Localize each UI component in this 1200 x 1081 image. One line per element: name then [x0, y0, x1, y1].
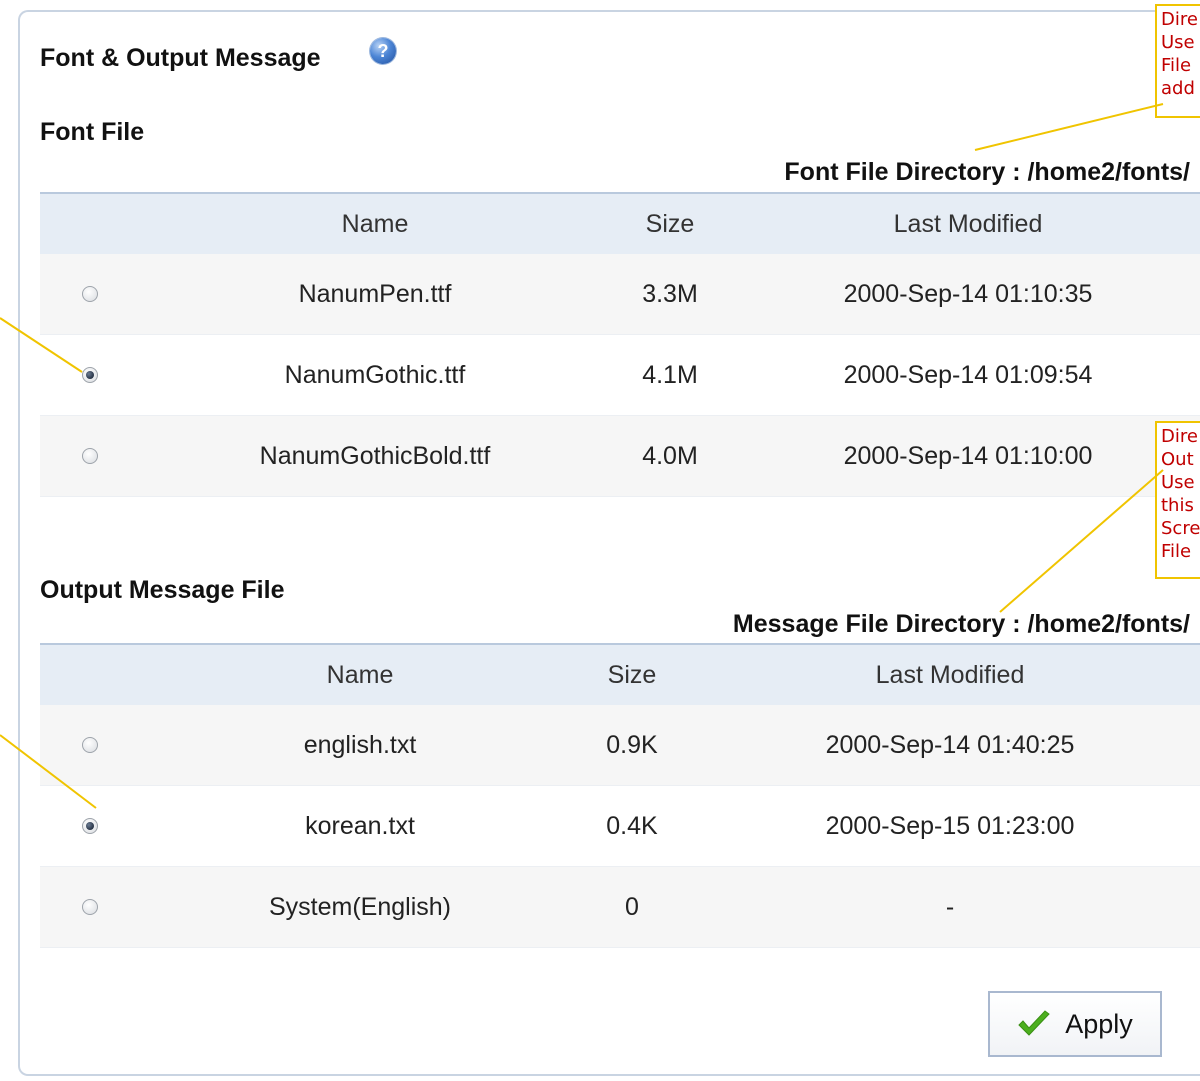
- table-row[interactable]: korean.txt 0.4K 2000-Sep-15 01:23:00: [40, 786, 1200, 867]
- apply-button-label: Apply: [1065, 1008, 1133, 1039]
- last-modified-cell: 2000-Sep-14 01:10:00: [843, 441, 1093, 470]
- font-file-directory: Font File Directory : /home2/fonts/: [784, 158, 1190, 186]
- message-file-table-header: Name Size Last Modified: [40, 645, 1200, 705]
- column-header-name: Name: [341, 209, 409, 238]
- callout-text-line: Use: [1161, 32, 1195, 53]
- callout-text-line: File: [1161, 55, 1192, 76]
- font-file-section-title: Font File: [40, 118, 145, 146]
- callout-text-line: File: [1161, 541, 1192, 562]
- select-radio[interactable]: [82, 367, 98, 383]
- file-name-cell: System(English): [269, 892, 451, 921]
- file-size-cell: 0.9K: [606, 730, 658, 759]
- table-row[interactable]: NanumGothicBold.ttf 4.0M 2000-Sep-14 01:10…: [40, 416, 1200, 497]
- callout-text-line: Out: [1161, 449, 1194, 470]
- table-row[interactable]: System(English) 0 -: [40, 867, 1200, 948]
- select-radio[interactable]: [82, 737, 98, 753]
- last-modified-cell: 2000-Sep-14 01:40:25: [825, 730, 1075, 759]
- file-name-cell: english.txt: [303, 730, 417, 759]
- column-header-last-modified: Last Modified: [893, 209, 1043, 238]
- select-radio[interactable]: [82, 286, 98, 302]
- file-name-cell: korean.txt: [305, 811, 415, 840]
- file-size-cell: 4.1M: [642, 360, 698, 389]
- select-radio[interactable]: [82, 818, 98, 834]
- callout-text-line: add: [1161, 78, 1195, 99]
- font-file-table-header: Name Size Last Modified: [40, 194, 1200, 254]
- file-name-cell: NanumGothicBold.ttf: [259, 441, 491, 470]
- callout-text-line: this: [1161, 495, 1194, 516]
- last-modified-cell: -: [945, 892, 955, 921]
- file-size-cell: 0.4K: [606, 811, 658, 840]
- table-row[interactable]: english.txt 0.9K 2000-Sep-14 01:40:25: [40, 705, 1200, 786]
- callout-text-line: Dire: [1161, 426, 1198, 447]
- message-file-table: Name Size Last Modified english.txt 0.9K 2…: [40, 643, 1200, 948]
- message-file-directory: Message File Directory : /home2/fonts/: [732, 610, 1190, 638]
- column-header-last-modified: Last Modified: [875, 660, 1025, 689]
- checkmark-icon: [1018, 1010, 1050, 1036]
- message-directory-callout: Dire Out Use this Scre File: [1155, 421, 1200, 579]
- file-size-cell: 3.3M: [642, 279, 698, 308]
- callout-text-line: Dire: [1161, 9, 1198, 30]
- table-row[interactable]: NanumPen.ttf 3.3M 2000-Sep-14 01:10:35: [40, 254, 1200, 335]
- callout-text-line: Use: [1161, 472, 1195, 493]
- select-radio[interactable]: [82, 448, 98, 464]
- apply-button[interactable]: Apply: [988, 991, 1162, 1057]
- last-modified-cell: 2000-Sep-14 01:09:54: [843, 360, 1093, 389]
- font-directory-callout: Dire Use File add: [1155, 4, 1200, 118]
- column-header-name: Name: [326, 660, 394, 689]
- last-modified-cell: 2000-Sep-15 01:23:00: [825, 811, 1075, 840]
- last-modified-cell: 2000-Sep-14 01:10:35: [843, 279, 1093, 308]
- column-header-size: Size: [645, 209, 695, 238]
- file-size-cell: 0: [625, 892, 639, 921]
- file-size-cell: 4.0M: [642, 441, 698, 470]
- file-name-cell: NanumPen.ttf: [298, 279, 452, 308]
- file-name-cell: NanumGothic.ttf: [284, 360, 466, 389]
- message-file-section-title: Output Message File: [40, 576, 285, 604]
- table-row[interactable]: NanumGothic.ttf 4.1M 2000-Sep-14 01:09:54: [40, 335, 1200, 416]
- font-file-table: Name Size Last Modified NanumPen.ttf 3.3M…: [40, 192, 1200, 497]
- column-header-size: Size: [607, 660, 657, 689]
- question-mark-icon[interactable]: ?: [370, 38, 396, 64]
- select-radio[interactable]: [82, 899, 98, 915]
- callout-text-line: Scre: [1161, 518, 1200, 539]
- page-title: Font & Output Message: [40, 44, 321, 72]
